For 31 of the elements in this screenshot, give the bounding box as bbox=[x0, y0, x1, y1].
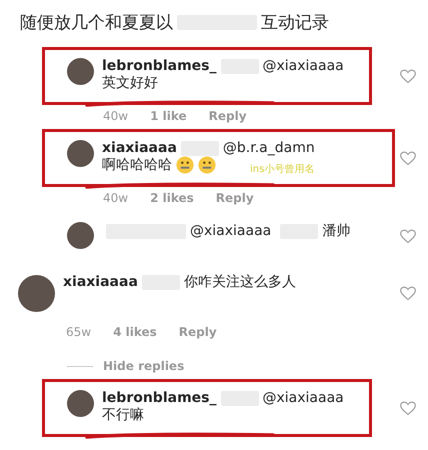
heart-icon[interactable] bbox=[400, 286, 416, 301]
time-ago: 40w bbox=[103, 109, 128, 123]
time-ago: 65w bbox=[66, 325, 92, 339]
mention-link[interactable]: @xiaxiaaaa bbox=[190, 223, 272, 239]
username[interactable]: lebronblames_ bbox=[102, 58, 216, 74]
heart-icon[interactable] bbox=[400, 68, 416, 84]
username[interactable]: xiaxiaaaa bbox=[63, 274, 138, 290]
comment-text: 潘帅 bbox=[322, 222, 350, 240]
heart-icon[interactable] bbox=[400, 229, 416, 244]
username[interactable]: xiaxiaaaa bbox=[102, 140, 177, 156]
heart-icon[interactable] bbox=[400, 150, 416, 166]
avatar bbox=[67, 222, 94, 249]
zipper-mouth-face-icon bbox=[198, 156, 216, 174]
heading-text: 互动记录 bbox=[261, 12, 329, 34]
comment-text: 啊哈哈哈哈 bbox=[102, 156, 172, 174]
mention-link[interactable]: @xiaxiaaaa bbox=[262, 58, 344, 74]
time-ago: 40w bbox=[103, 191, 128, 205]
username[interactable]: lebronblames_ bbox=[102, 390, 216, 406]
avatar bbox=[67, 140, 94, 167]
comment-text: 你咋关注这么多人 bbox=[184, 273, 296, 291]
mention-link[interactable]: @b.r.a_damn bbox=[222, 140, 315, 156]
comment-text: 不行嘛 bbox=[102, 406, 145, 424]
mention-link[interactable]: @xiaxiaaaa bbox=[262, 390, 344, 406]
avatar bbox=[18, 275, 55, 312]
annotation-text: ins小号曾用名 bbox=[250, 162, 314, 176]
heart-icon[interactable] bbox=[400, 400, 416, 416]
zipper-mouth-face-icon bbox=[176, 156, 194, 174]
heading-text: 随便放几个和夏夏以 bbox=[20, 12, 173, 34]
avatar bbox=[67, 390, 94, 417]
avatar bbox=[67, 58, 94, 85]
comment-text: 英文好好 bbox=[102, 74, 159, 92]
